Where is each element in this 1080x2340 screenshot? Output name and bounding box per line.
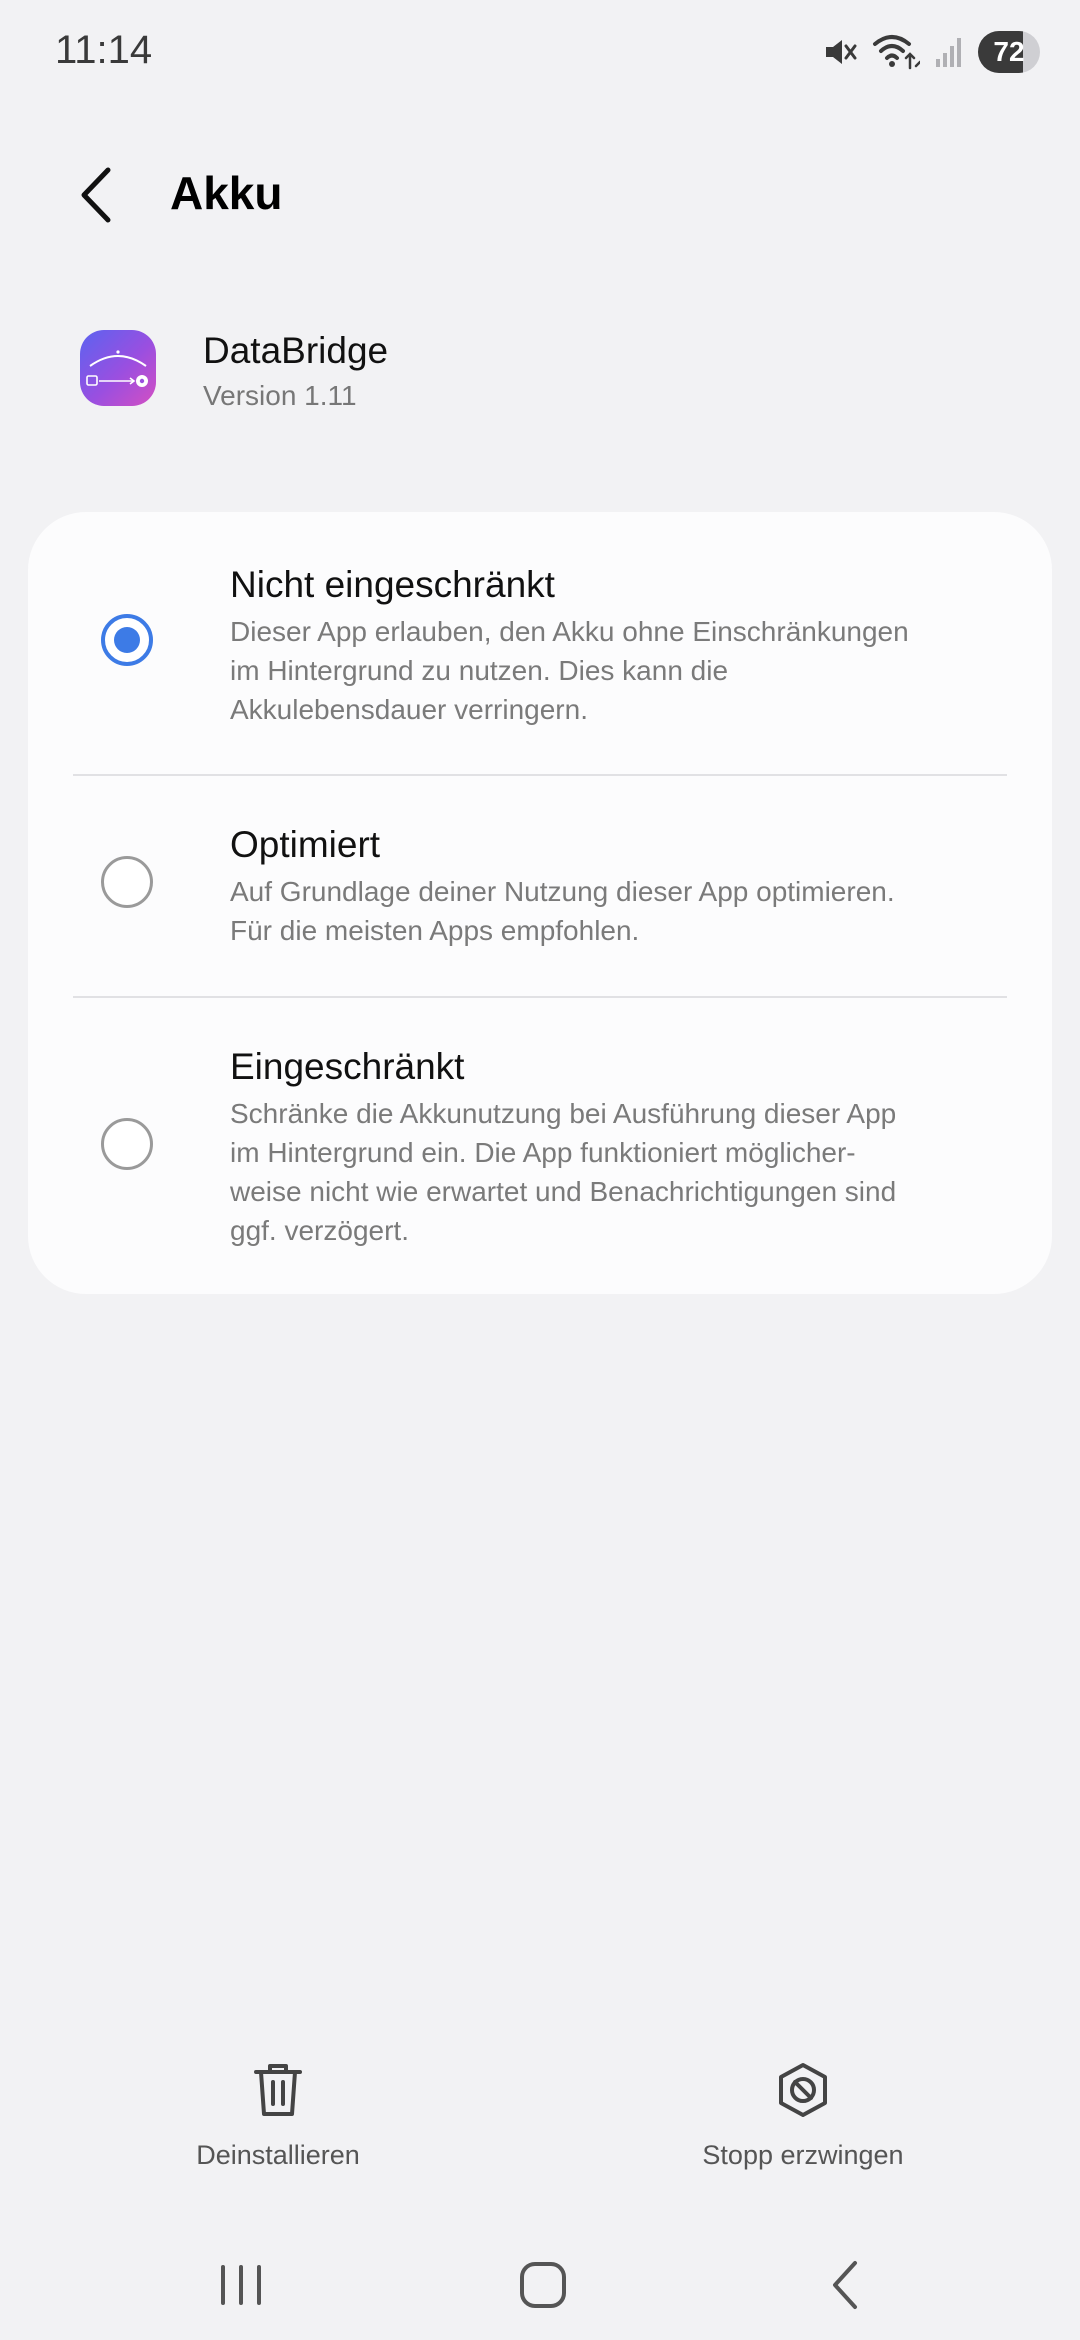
option-restricted[interactable]: Eingeschränkt Schränke die Akkunutzung b… [28, 998, 1052, 1294]
back-button[interactable] [70, 162, 130, 228]
description-line: ggf. verzögert. [230, 1215, 409, 1246]
trash-icon [250, 2060, 306, 2125]
wifi-icon [872, 32, 920, 72]
status-bar: 11:14 72 [0, 0, 1080, 100]
home-icon [520, 2262, 566, 2308]
recent-apps-icon [221, 2265, 261, 2305]
option-optimized[interactable]: Optimiert Auf Grundlage deiner Nutzung d… [28, 776, 1052, 996]
option-title: Optimiert [230, 824, 381, 865]
signal-icon [934, 35, 964, 69]
description-line: weise nicht wie erwartet und Benachricht… [230, 1176, 897, 1207]
description-line: im Hintergrund zu nutzen. Dies kann die [230, 655, 729, 686]
battery-level: 72 [993, 36, 1025, 67]
app-icon [80, 330, 156, 406]
force-stop-label: Stopp erzwingen [702, 2140, 904, 2170]
option-description: Schränke die Akkunutzung bei Ausführung … [230, 1094, 990, 1250]
status-time: 11:14 [55, 28, 153, 72]
option-title: Nicht eingeschränkt [230, 564, 555, 605]
chevron-left-icon [81, 167, 111, 223]
app-info: DataBridge Version 1.11 [80, 330, 1000, 430]
description-line: Akkulebensdauer verringern. [230, 694, 588, 725]
option-description: Auf Grundlage deiner Nutzung dieser App … [230, 872, 990, 950]
app-name: DataBridge [203, 330, 389, 371]
description-line: Für die meisten Apps empfohlen. [230, 915, 640, 946]
force-stop-button[interactable]: Stopp erzwingen [643, 2040, 963, 2180]
app-version: Version 1.11 [203, 380, 357, 411]
option-description: Dieser App erlauben, den Akku ohne Einsc… [230, 612, 990, 729]
radio-restricted[interactable] [101, 1118, 153, 1170]
description-line: Dieser App erlauben, den Akku ohne Einsc… [230, 616, 909, 647]
description-line: im Hintergrund ein. Die App funktioniert… [230, 1137, 856, 1168]
option-title: Eingeschränkt [230, 1046, 465, 1087]
description-line: Schränke die Akkunutzung bei Ausführung … [230, 1098, 897, 1129]
header: Akku [0, 150, 1080, 240]
radio-unrestricted[interactable] [101, 614, 153, 666]
mute-icon [822, 34, 858, 70]
description-line: Auf Grundlage deiner Nutzung dieser App … [230, 876, 895, 907]
battery-options-card: Nicht eingeschränkt Dieser App erlauben,… [28, 512, 1052, 1294]
back-nav-button[interactable] [807, 2245, 887, 2325]
page-title: Akku [170, 167, 283, 219]
status-icons: 72 [822, 28, 1040, 76]
navigation-bar [0, 2230, 1080, 2340]
home-button[interactable] [503, 2245, 583, 2325]
uninstall-button[interactable]: Deinstallieren [118, 2040, 438, 2180]
block-icon [773, 2060, 833, 2125]
bottom-actions: Deinstallieren Stopp erzwingen [0, 2040, 1080, 2180]
recent-apps-button[interactable] [201, 2245, 281, 2325]
battery-icon: 72 [978, 31, 1040, 73]
back-nav-icon [833, 2261, 857, 2309]
option-unrestricted[interactable]: Nicht eingeschränkt Dieser App erlauben,… [28, 512, 1052, 774]
radio-optimized[interactable] [101, 856, 153, 908]
uninstall-label: Deinstallieren [196, 2140, 360, 2170]
